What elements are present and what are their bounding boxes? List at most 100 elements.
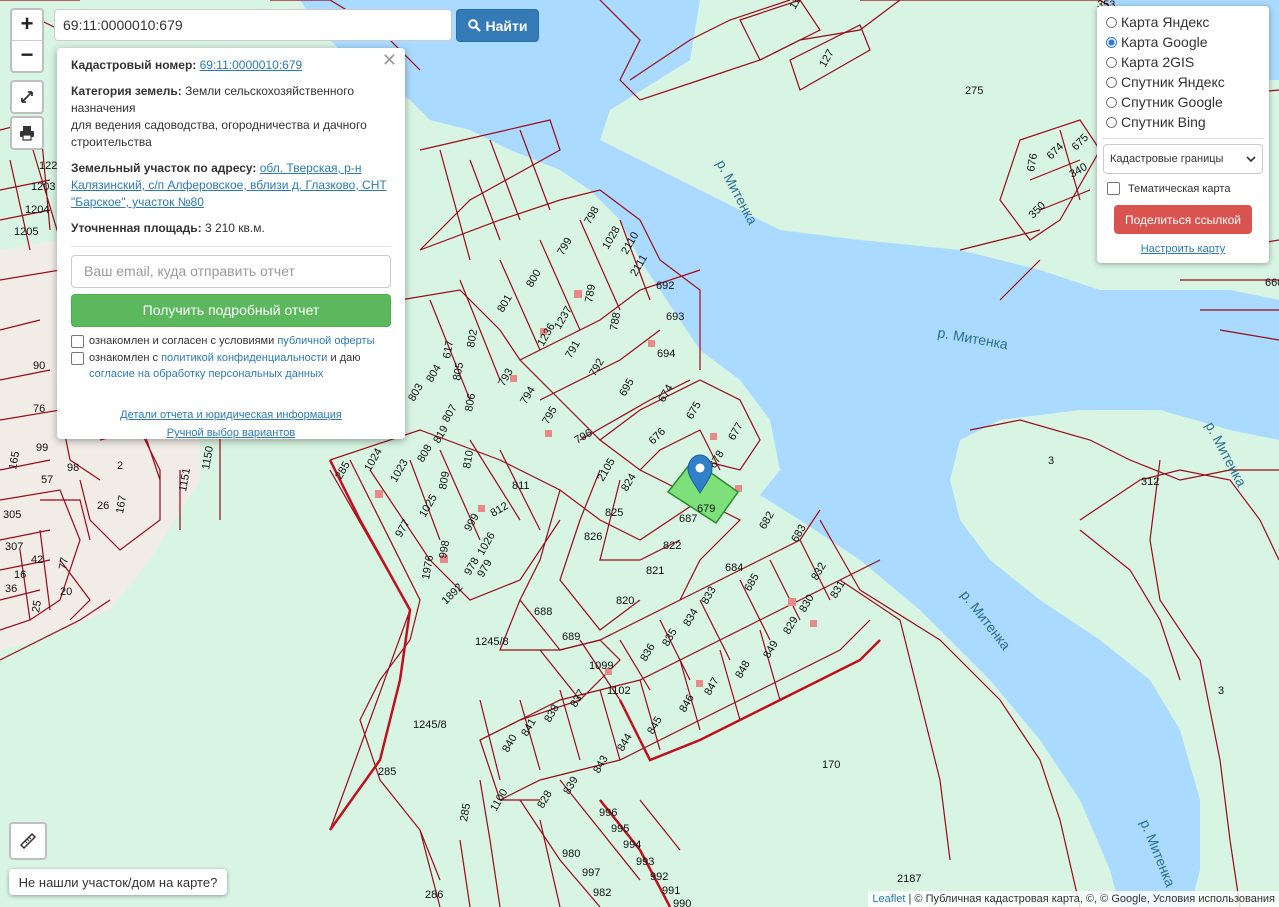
basemap-option-label: Карта 2GIS <box>1121 54 1195 70</box>
plot-label: 1203 <box>31 181 55 193</box>
plot-label: 794 <box>518 385 538 407</box>
configure-map-link[interactable]: Настроить карту <box>1097 243 1269 255</box>
personal-data-consent-link[interactable]: согласие на обработку персональных данны… <box>89 368 323 380</box>
plot-label: 844 <box>615 732 635 754</box>
basemap-option[interactable]: Спутник Google <box>1097 92 1269 112</box>
get-report-button[interactable]: Получить подробный отчет <box>71 294 391 327</box>
share-link-button[interactable]: Поделиться ссылкой <box>1114 205 1252 234</box>
area-value: 3 210 кв.м. <box>204 221 265 235</box>
fullscreen-icon <box>21 91 33 103</box>
plot-label: 997 <box>582 867 600 879</box>
close-icon[interactable]: ✕ <box>382 51 397 69</box>
basemap-option[interactable]: Карта Яндекс <box>1097 12 1269 32</box>
plot-label: 994 <box>623 839 641 851</box>
plot-label: 1024 <box>362 446 385 473</box>
privacy-consent-checkbox[interactable] <box>71 352 84 365</box>
plot-label: 285 <box>333 460 353 482</box>
manual-selection-link[interactable]: Ручной выбор вариантов <box>71 424 391 442</box>
plot-label: 350 <box>1027 200 1048 221</box>
plot-label: 796 <box>573 427 595 447</box>
plot-label: 992 <box>650 871 668 883</box>
zoom-control: + − <box>10 8 44 73</box>
plot-label: 685 <box>742 572 762 594</box>
measure-button[interactable] <box>9 822 47 860</box>
plot-info-popup: ✕ Кадастровый номер: 69:11:0000010:679 К… <box>57 48 405 439</box>
plot-label: 846 <box>677 693 697 715</box>
cadastral-number-row: Кадастровый номер: 69:11:0000010:679 <box>71 57 391 74</box>
print-button[interactable] <box>10 116 44 150</box>
plot-label: 2 <box>117 460 123 472</box>
plot-label: 806 <box>463 392 478 412</box>
plot-label: 849 <box>761 639 781 661</box>
basemap-options: Карта Яндекс Карта Google Карта 2GIS Спутни… <box>1097 12 1269 132</box>
offer-consent-text: ознакомлен и согласен с условиями <box>89 335 278 347</box>
basemap-radio[interactable] <box>1106 16 1117 28</box>
plot-label: 77 <box>57 556 71 570</box>
plot-label: 2187 <box>897 873 921 885</box>
plot-label: 804 <box>424 363 444 385</box>
plot-label: 1023 <box>388 457 411 484</box>
basemap-radio[interactable] <box>1106 116 1117 128</box>
plot-label: 791 <box>563 339 583 361</box>
plot-label: 829 <box>781 615 801 637</box>
land-category-label: Категория земель: <box>71 84 182 98</box>
plot-label: 1892 <box>440 581 466 607</box>
basemap-option[interactable]: Карта 2GIS <box>1097 52 1269 72</box>
zoom-in-button[interactable]: + <box>12 10 42 40</box>
basemap-radio[interactable] <box>1106 36 1117 48</box>
search-button[interactable]: Найти <box>456 9 539 42</box>
cadastral-number-link[interactable]: 69:11:0000010:679 <box>200 58 303 72</box>
basemap-radio[interactable] <box>1106 56 1117 68</box>
basemap-option[interactable]: Спутник Яндекс <box>1097 72 1269 92</box>
plot-label: 25 <box>30 599 44 613</box>
plot-label: 305 <box>3 509 21 521</box>
plot-label: 999 <box>462 512 482 534</box>
overlay-select-value: Кадастровые границы <box>1110 153 1224 165</box>
ruler-icon <box>19 832 37 850</box>
thematic-map-checkbox[interactable] <box>1107 182 1120 195</box>
plot-label: 836 <box>638 642 658 664</box>
fullscreen-button[interactable] <box>10 80 44 114</box>
plot-label: 805 <box>451 361 466 381</box>
privacy-policy-link[interactable]: политикой конфиденциальности <box>161 352 327 364</box>
cadastral-search-input[interactable] <box>54 9 452 41</box>
basemap-option[interactable]: Спутник Bing <box>1097 112 1269 132</box>
leaflet-link[interactable]: Leaflet <box>872 893 905 905</box>
plot-label: 828 <box>535 789 555 811</box>
plot-label: 286 <box>425 889 443 901</box>
not-found-button[interactable]: Не нашли участок/дом на карте? <box>9 869 227 895</box>
plot-label: 996 <box>599 807 617 819</box>
plot-label: 807 <box>440 403 460 425</box>
zoom-out-button[interactable]: − <box>12 40 42 71</box>
plot-label: 675 <box>1070 132 1091 153</box>
basemap-option[interactable]: Карта Google <box>1097 32 1269 52</box>
report-details-link[interactable]: Детали отчета и юридическая информация <box>71 406 391 424</box>
basemap-radio[interactable] <box>1106 96 1117 108</box>
email-placeholder: Ваш email, куда отправить отчет <box>84 263 295 279</box>
address-label: Земельный участок по адресу: <box>71 161 257 175</box>
basemap-radio[interactable] <box>1106 76 1117 88</box>
plot-label: 799 <box>555 236 575 258</box>
plot-label: 835 <box>660 627 680 649</box>
plot-label: 170 <box>822 759 840 771</box>
plot-label: 995 <box>611 823 629 835</box>
layers-panel: Карта Яндекс Карта Google Карта 2GIS Спутни… <box>1097 6 1269 263</box>
plot-label: 689 <box>562 631 580 643</box>
plot-label: 1026 <box>475 530 498 557</box>
plot-label: 821 <box>646 565 664 577</box>
plot-label: 683 <box>789 523 809 545</box>
plot-label: 1028 <box>600 224 623 251</box>
email-field[interactable]: Ваш email, куда отправить отчет <box>71 255 391 288</box>
address-row: Земельный участок по адресу: обл. Тверск… <box>71 160 391 211</box>
plot-label: 285 <box>378 766 396 778</box>
overlay-select[interactable]: Кадастровые границы <box>1103 144 1263 174</box>
plot-label: 687 <box>679 513 697 525</box>
plot-label: 811 <box>512 480 530 492</box>
public-offer-link[interactable]: публичной оферты <box>277 335 374 347</box>
plot-label: 76 <box>33 403 45 415</box>
plot-label: 812 <box>489 500 511 520</box>
plot-label: 820 <box>616 595 634 607</box>
offer-consent-checkbox[interactable] <box>71 335 84 348</box>
plot-label: 1102 <box>607 685 631 697</box>
plot-label: 788 <box>608 311 623 331</box>
